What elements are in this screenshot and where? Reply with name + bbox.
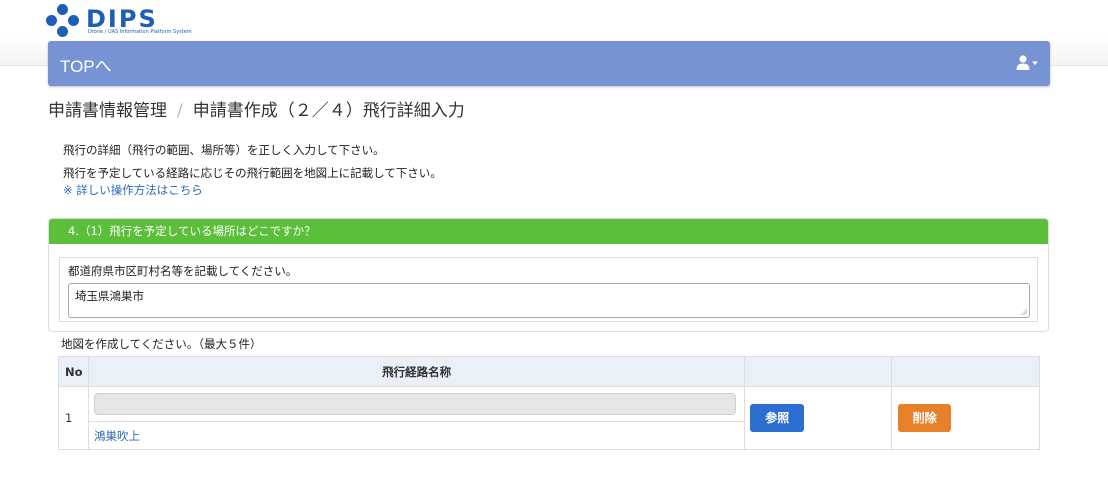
route-table: No 飛行経路名称 1 鴻巣吹上 参照 削除: [58, 356, 1040, 450]
ref-button[interactable]: 参照: [750, 404, 805, 432]
logo-subtitle: Drone / UAS Information Platform System: [88, 29, 192, 35]
intro-line-1: 飛行の詳細（飛行の範囲、場所等）を正しく入力して下さい。: [63, 143, 385, 157]
user-menu-button[interactable]: [1016, 54, 1040, 72]
location-field-group: 都道府県市区町村名等を記載してください。 埼玉県鴻巣市: [59, 257, 1038, 322]
table-row: 1 鴻巣吹上 参照 削除: [58, 386, 1040, 450]
column-header-route-name: 飛行経路名称: [87, 356, 746, 387]
user-icon: [1016, 55, 1038, 70]
route-table-header: No 飛行経路名称: [58, 356, 1040, 387]
logo-dots-icon: [46, 4, 80, 38]
location-textarea-value: 埼玉県鴻巣市: [75, 289, 144, 303]
breadcrumb-item-application-management[interactable]: 申請書情報管理: [48, 101, 167, 121]
caret-down-icon: [1032, 61, 1038, 65]
location-textarea[interactable]: 埼玉県鴻巣市: [68, 283, 1030, 318]
route-name-link[interactable]: 鴻巣吹上: [88, 421, 745, 447]
location-panel: 4.（1）飛行を予定している場所はどこですか？ 都道府県市区町村名等を記載してく…: [48, 218, 1049, 332]
column-header-delete: [891, 356, 1040, 387]
delete-button[interactable]: 削除: [898, 404, 952, 432]
location-panel-heading: 4.（1）飛行を予定している場所はどこですか？: [49, 219, 1048, 244]
navbar: TOPへ: [48, 41, 1050, 86]
help-link[interactable]: ※ 詳しい操作方法はこちら: [63, 183, 203, 197]
dips-logo[interactable]: DIPS Drone / UAS Information Platform Sy…: [46, 4, 206, 38]
intro-text: 飛行の詳細（飛行の範囲、場所等）を正しく入力して下さい。 飛行を予定している経路…: [63, 142, 442, 199]
breadcrumb: 申請書情報管理 / 申請書作成（２／４）飛行詳細入力: [48, 96, 465, 121]
resize-grip-icon[interactable]: [1020, 308, 1027, 315]
top-link[interactable]: TOPへ: [60, 52, 112, 77]
column-header-no: No: [58, 356, 89, 387]
intro-line-2: 飛行を予定している経路に応じその飛行範囲を地図上に記載して下さい。: [63, 166, 442, 180]
row-number: 1: [58, 386, 89, 450]
route-name-cell: 鴻巣吹上: [87, 386, 746, 450]
breadcrumb-item-current: 申請書作成（２／４）飛行詳細入力: [192, 101, 465, 121]
map-caption: 地図を作成してください。（最大５件）: [61, 337, 262, 351]
route-name-input[interactable]: [93, 393, 737, 415]
breadcrumb-separator: /: [177, 101, 183, 121]
ref-cell: 参照: [744, 386, 893, 450]
location-field-label: 都道府県市区町村名等を記載してください。: [68, 264, 298, 278]
delete-cell: 削除: [891, 386, 1040, 450]
column-header-ref: [744, 356, 893, 387]
